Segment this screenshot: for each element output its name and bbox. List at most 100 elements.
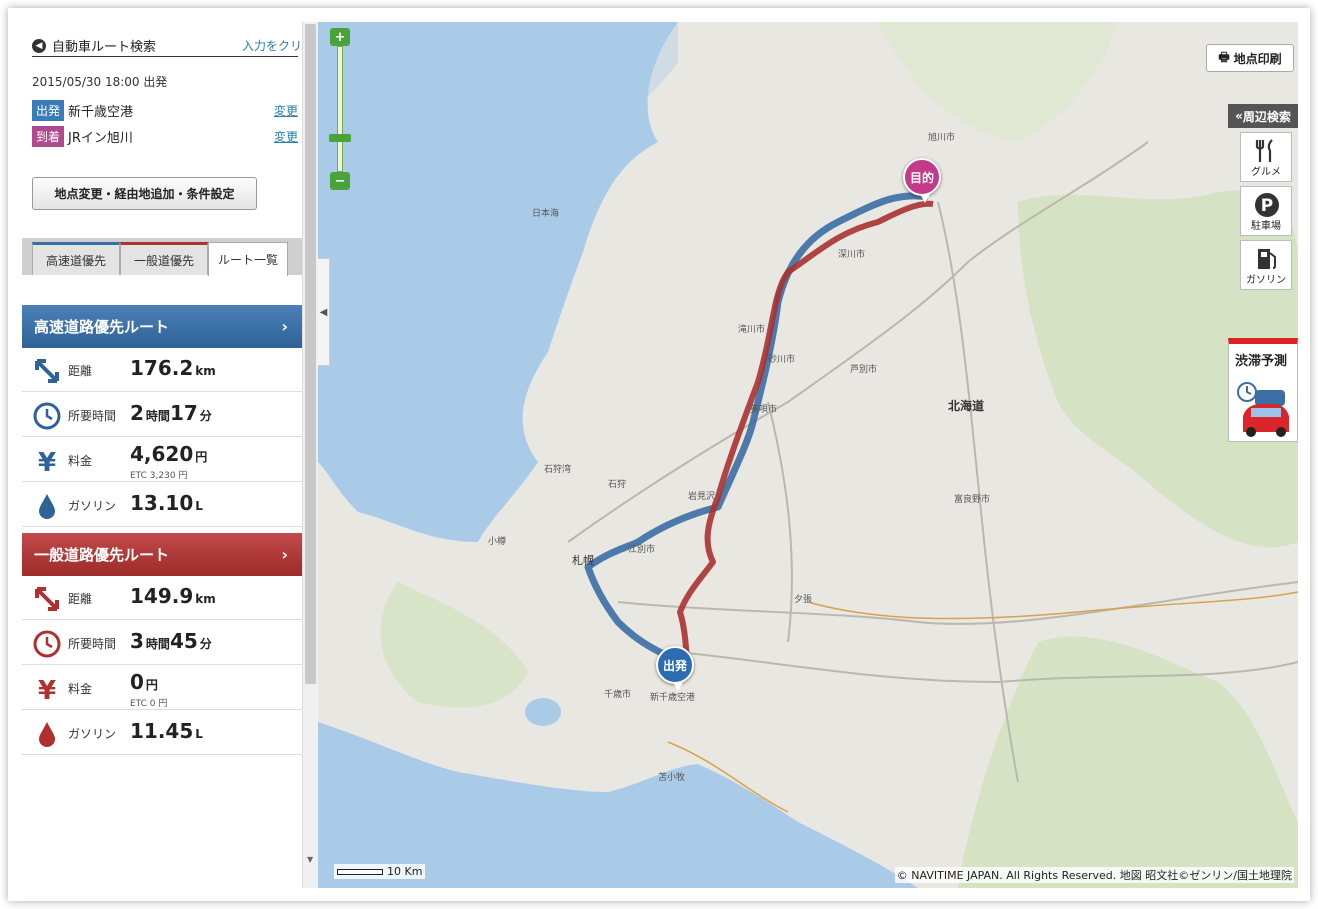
time-label: 所要時間 bbox=[68, 637, 117, 651]
map-label: 日本海 bbox=[532, 209, 560, 219]
origin-change-link[interactable]: 変更 bbox=[274, 102, 298, 119]
general-fee-value: 0円 bbox=[130, 670, 158, 694]
svg-text:P: P bbox=[1261, 196, 1273, 216]
collapse-sidebar-button[interactable]: ◀ bbox=[318, 258, 330, 366]
general-distance-value: 149.9 km bbox=[130, 584, 216, 608]
fuel-drop-icon bbox=[39, 494, 55, 519]
highway-time-row: 所要時間 2 時間17 分 bbox=[22, 393, 302, 437]
map-base bbox=[318, 22, 1298, 888]
map-label: 新千歳空港 bbox=[650, 693, 696, 703]
nearby-gourmet-button[interactable]: グルメ bbox=[1240, 132, 1292, 182]
map-copyright: © NAVITIME JAPAN. All Rights Reserved. 地… bbox=[894, 867, 1294, 883]
nearby-gas-button[interactable]: ガソリン bbox=[1240, 240, 1292, 290]
header-divider bbox=[32, 56, 298, 57]
map-label: 岩見沢 bbox=[688, 492, 716, 502]
traffic-car-icon bbox=[1237, 382, 1289, 437]
general-route-header[interactable]: 一般道路優先ルート › bbox=[22, 533, 302, 576]
tab-route-list[interactable]: ルート一覧 bbox=[208, 242, 288, 276]
map-canvas[interactable]: 日本海 石狩湾 札幌 旭川市 岩見沢 新千歳空港 苫小牧 石狩 小樽 夕張 千歳… bbox=[318, 22, 1298, 888]
map-label: 滝川市 bbox=[738, 325, 766, 335]
nearby-parking-button[interactable]: P 駐車場 bbox=[1240, 186, 1292, 236]
general-time-value: 3 時間45 分 bbox=[130, 629, 212, 653]
general-distance-row: 距離 149.9 km bbox=[22, 576, 302, 620]
map-label: 芦別市 bbox=[850, 365, 878, 375]
nearby-parking-label: 駐車場 bbox=[1251, 221, 1281, 232]
chevron-left-icon: ◀ bbox=[319, 306, 328, 318]
printer-icon: 🖶 bbox=[1218, 49, 1230, 64]
tab-general-road[interactable]: 一般道優先 bbox=[120, 242, 208, 275]
general-fee-row: ¥ 料金 0円 ETC 0 円 bbox=[22, 666, 302, 710]
gas-label: ガソリン bbox=[68, 499, 117, 513]
map-label: 砂川市 bbox=[768, 355, 796, 365]
print-button-label: 地点印刷 bbox=[1233, 51, 1282, 66]
zoom-control: + − bbox=[329, 28, 351, 190]
map-label: 美唄市 bbox=[750, 405, 778, 415]
gas-pump-icon bbox=[1258, 249, 1276, 269]
yen-icon: ¥ bbox=[38, 448, 56, 476]
route-search-header[interactable]: ◀ 自動車ルート検索 bbox=[32, 36, 156, 55]
start-pin[interactable]: 出発 bbox=[656, 646, 694, 691]
fee-label: 料金 bbox=[68, 454, 93, 468]
distance-label: 距離 bbox=[68, 364, 93, 378]
highway-route-header[interactable]: 高速道路優先ルート › bbox=[22, 305, 302, 348]
destination-name: JRイン旭川 bbox=[68, 131, 133, 146]
print-location-button[interactable]: 🖶 地点印刷 bbox=[1206, 44, 1294, 72]
general-route-title: 一般道路優先ルート bbox=[34, 546, 170, 564]
distance-arrow-icon bbox=[35, 587, 59, 611]
svg-text:¥: ¥ bbox=[38, 676, 56, 704]
zoom-out-button[interactable]: − bbox=[330, 172, 350, 190]
distance-label: 距離 bbox=[68, 592, 93, 606]
map-label: 富良野市 bbox=[954, 495, 991, 505]
scroll-down-icon[interactable]: ▼ bbox=[307, 855, 313, 864]
route-search-title: 自動車ルート検索 bbox=[52, 40, 157, 55]
highway-gas-value: 13.10 L bbox=[130, 491, 203, 515]
map-label: 札幌 bbox=[572, 554, 594, 567]
general-time-row: 所要時間 3 時間45 分 bbox=[22, 621, 302, 665]
departure-datetime: 2015/05/30 18:00 出発 bbox=[32, 75, 168, 89]
highway-distance-value: 176.2 km bbox=[130, 356, 216, 380]
destination-change-link[interactable]: 変更 bbox=[274, 128, 298, 145]
region-label: 北海道 bbox=[948, 399, 985, 413]
time-label: 所要時間 bbox=[68, 409, 117, 423]
gas-label: ガソリン bbox=[68, 727, 117, 741]
map-label: 江別市 bbox=[628, 545, 656, 555]
fee-label: 料金 bbox=[68, 682, 93, 696]
destination-row: 到着 JRイン旭川 変更 bbox=[32, 126, 298, 147]
parking-icon: P bbox=[1255, 193, 1279, 217]
traffic-forecast-label: 渋滞予測 bbox=[1235, 354, 1288, 369]
zoom-in-button[interactable]: + bbox=[330, 28, 350, 46]
highway-route-title: 高速道路優先ルート bbox=[34, 318, 170, 336]
zoom-slider-handle[interactable] bbox=[329, 134, 351, 142]
highway-fee-row: ¥ 料金 4,620 円 ETC 3,230 円 bbox=[22, 438, 302, 482]
general-etc-fee: ETC 0 円 bbox=[130, 699, 168, 709]
zoom-track[interactable] bbox=[337, 46, 343, 172]
nearby-search-header[interactable]: « 周辺検索 bbox=[1228, 104, 1298, 128]
map-label: 旭川市 bbox=[928, 133, 956, 143]
fork-knife-icon bbox=[1255, 139, 1273, 162]
general-gas-row: ガソリン 11.45 L bbox=[22, 711, 302, 755]
clock-icon bbox=[33, 630, 61, 658]
nearby-gas-label: ガソリン bbox=[1246, 275, 1286, 286]
traffic-forecast-button[interactable]: 渋滞予測 bbox=[1228, 338, 1298, 442]
tab-highway[interactable]: 高速道優先 bbox=[32, 242, 120, 275]
route-sidebar: ◀ 自動車ルート検索 入力をクリア 2015/05/30 18:00 出発 出発… bbox=[22, 22, 318, 888]
scale-bar bbox=[337, 868, 383, 875]
scale-label: 10 Km bbox=[387, 865, 423, 878]
condition-settings-button[interactable]: 地点変更・経由地追加・条件設定 bbox=[32, 177, 257, 210]
goal-pin[interactable]: 目的 bbox=[903, 158, 941, 203]
highway-etc-fee: ETC 3,230 円 bbox=[130, 471, 188, 481]
distance-arrow-icon bbox=[35, 359, 59, 383]
double-chevron-left-icon: « bbox=[1235, 109, 1243, 123]
clock-icon bbox=[33, 402, 61, 430]
chevron-right-icon: › bbox=[281, 545, 288, 564]
origin-name: 新千歳空港 bbox=[68, 105, 134, 120]
general-gas-value: 11.45 L bbox=[130, 719, 203, 743]
nearby-search-label: 周辺検索 bbox=[1242, 109, 1291, 124]
scrollbar-thumb[interactable] bbox=[305, 24, 316, 684]
map-label: 苫小牧 bbox=[658, 773, 686, 783]
chevron-right-icon: › bbox=[281, 317, 288, 336]
sidebar-scrollbar[interactable]: ▼ bbox=[302, 22, 318, 888]
back-arrow-icon[interactable]: ◀ bbox=[32, 38, 46, 53]
map-label: 千歳市 bbox=[604, 690, 632, 700]
route-tabs: 高速道優先 一般道優先 ルート一覧 bbox=[22, 238, 302, 276]
